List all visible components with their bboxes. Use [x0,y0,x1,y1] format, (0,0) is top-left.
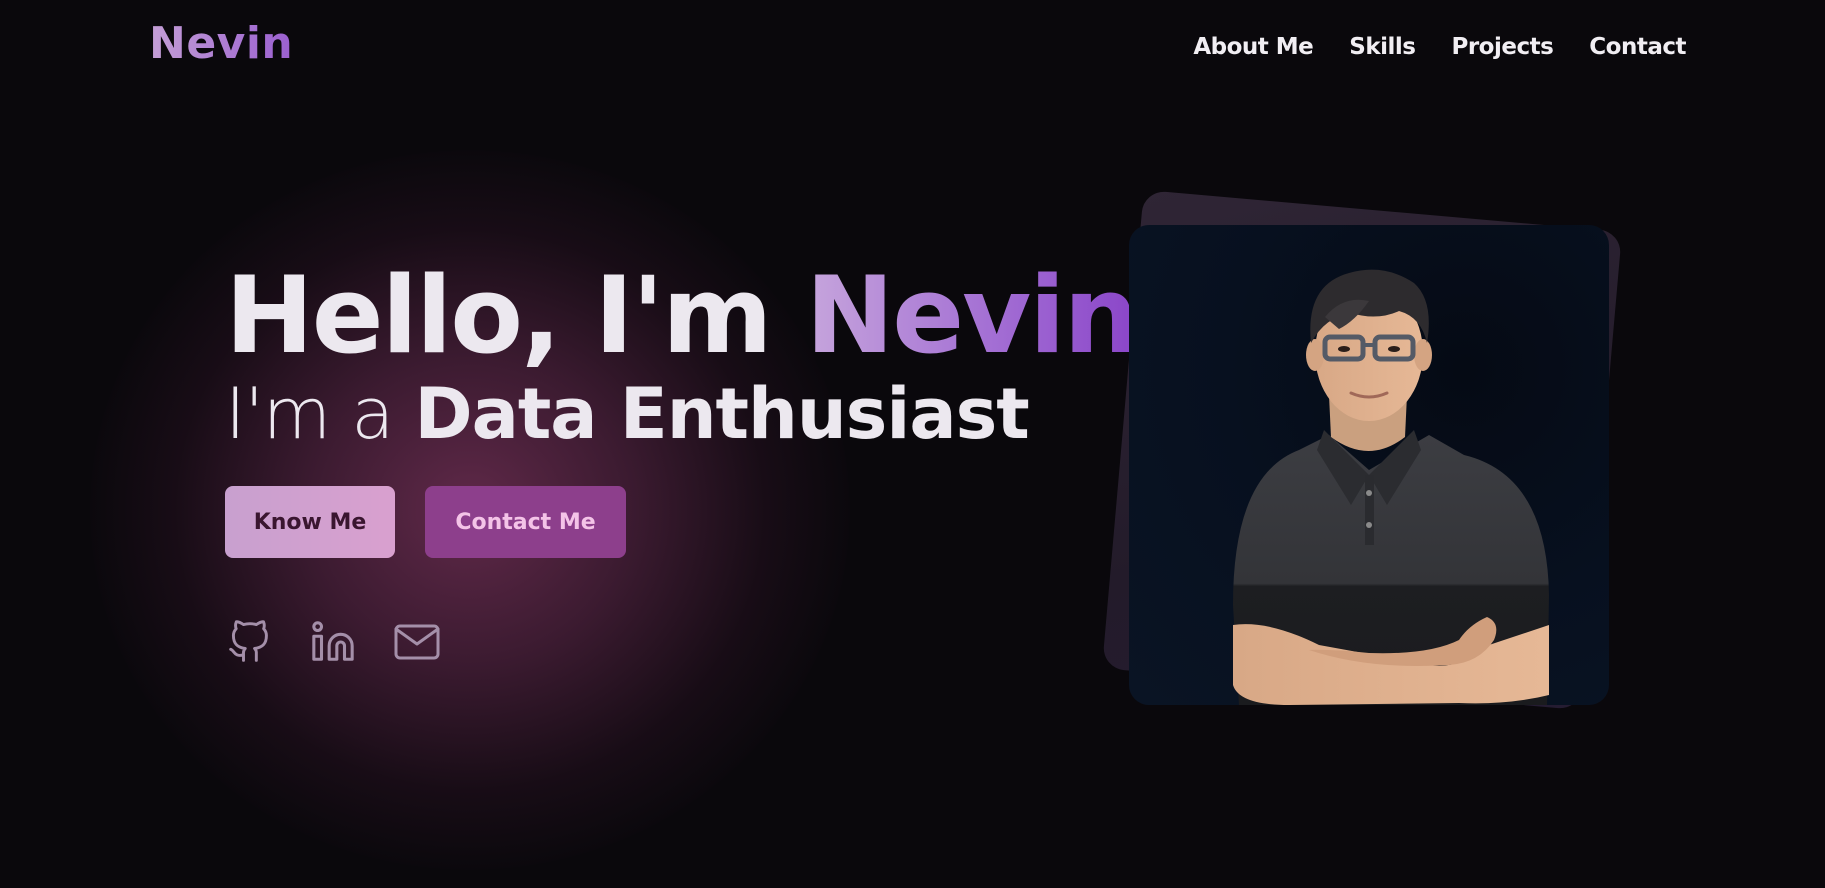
top-nav: Nevin About Me Skills Projects Contact [0,0,1825,96]
hero-heading: Hello, I'm Nevin [225,254,1139,377]
page: Nevin About Me Skills Projects Contact H… [0,0,1825,888]
mail-icon[interactable] [393,618,441,666]
nav-link-about-me[interactable]: About Me [1193,34,1313,60]
person-illustration [1233,269,1549,705]
nav-link-contact[interactable]: Contact [1589,34,1686,60]
hero-buttons: Know Me Contact Me [225,486,626,558]
nav-link-projects[interactable]: Projects [1451,34,1553,60]
social-links [225,618,441,666]
know-me-button[interactable]: Know Me [225,486,395,558]
nav-links: About Me Skills Projects Contact [1193,34,1686,60]
hero-text: Hello, I'm Nevin I'm a Data Enthusiast [225,254,1139,456]
linkedin-icon[interactable] [309,618,357,666]
hero-name: Nevin [805,254,1139,377]
github-icon[interactable] [225,618,273,666]
hero-greeting: Hello, I'm [225,254,806,377]
brand-logo[interactable]: Nevin [149,18,293,69]
portrait-photo [1129,225,1609,705]
hero-role: Data Enthusiast [414,373,1029,455]
hero-role-prefix: I'm a [225,373,415,455]
nav-link-skills[interactable]: Skills [1349,34,1416,60]
hero-subheading: I'm a Data Enthusiast [225,372,1137,456]
contact-me-button[interactable]: Contact Me [425,486,626,558]
